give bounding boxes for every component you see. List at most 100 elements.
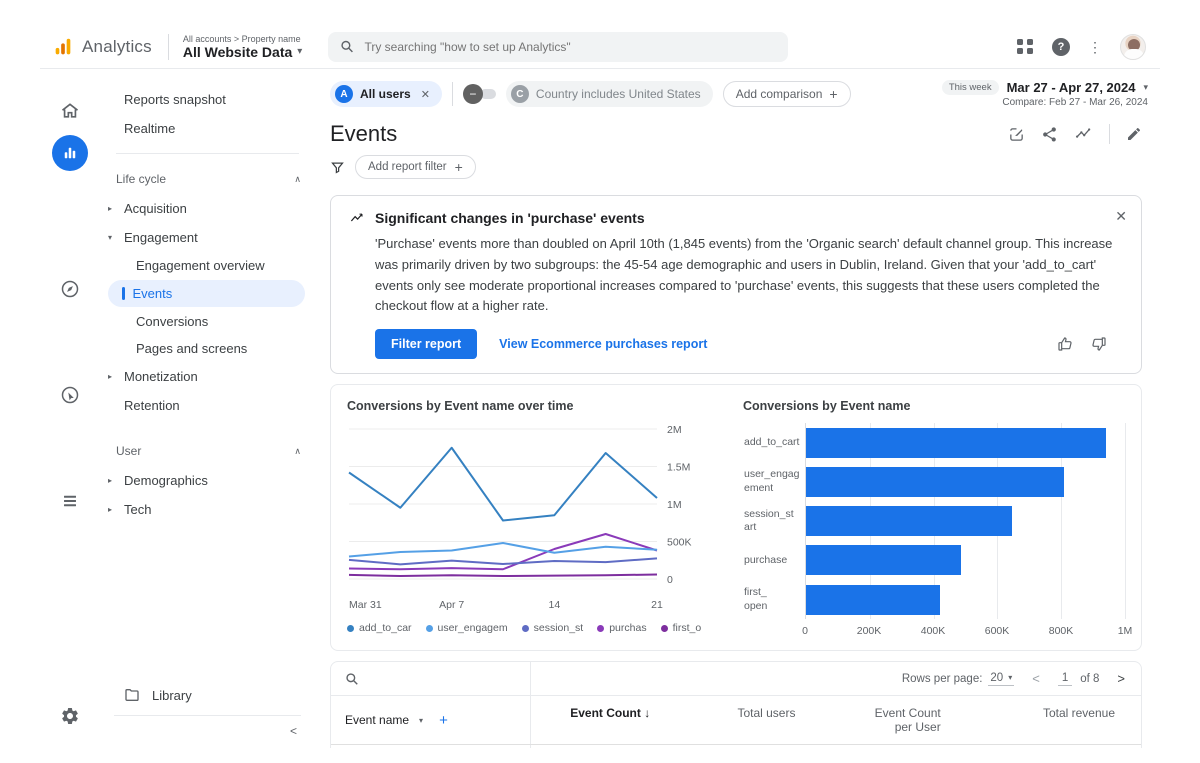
divider — [116, 153, 299, 154]
legend-item-first_o[interactable]: first_o — [661, 622, 702, 634]
add-report-filter-button[interactable]: Add report filter + — [355, 155, 476, 179]
legend-item-purchas[interactable]: purchas — [597, 622, 646, 634]
page-title: Events — [330, 121, 397, 147]
charts-card: Conversions by Event name over time 0500… — [330, 384, 1142, 651]
line-chart-legend: add_to_car user_engagem session_st purchas f… — [347, 622, 719, 634]
prev-page-icon[interactable]: < — [1032, 671, 1040, 686]
search-input[interactable] — [364, 40, 776, 54]
view-ecommerce-report-link[interactable]: View Ecommerce purchases report — [499, 337, 707, 351]
comparison-c-badge: C — [511, 85, 529, 103]
remove-comparison-icon[interactable]: ✕ — [421, 88, 430, 101]
sidebar-item-events[interactable]: Events — [108, 280, 305, 307]
next-page-icon[interactable]: > — [1117, 671, 1125, 686]
date-compare-value: Compare: Feb 27 - Mar 26, 2024 — [942, 97, 1148, 108]
nav-section-user[interactable]: User∧ — [100, 434, 315, 466]
folder-icon — [124, 687, 140, 703]
sidebar-item-engagement-overview[interactable]: Engagement overview — [100, 252, 315, 279]
sidebar-item-monetization[interactable]: ▸Monetization — [100, 362, 315, 391]
configure-icon[interactable] — [52, 483, 88, 519]
svg-text:500K: 500K — [667, 537, 692, 549]
rows-per-page-select[interactable]: 20 ▾ — [988, 672, 1014, 686]
svg-text:2M: 2M — [667, 424, 682, 436]
explore-icon[interactable] — [52, 271, 88, 307]
home-icon[interactable] — [52, 93, 88, 129]
user-avatar[interactable] — [1120, 34, 1146, 60]
sidebar-item-retention[interactable]: Retention — [100, 391, 315, 420]
global-search[interactable] — [328, 32, 788, 62]
column-event-name[interactable]: Event name ▾ + — [331, 696, 531, 744]
apps-grid-icon[interactable] — [1017, 39, 1034, 54]
spacer — [100, 420, 315, 434]
analytics-brand[interactable]: Analytics — [52, 36, 152, 58]
insights-icon[interactable] — [1074, 126, 1093, 143]
table-search[interactable] — [331, 662, 531, 695]
chevron-down-icon[interactable]: ▾ — [419, 716, 423, 725]
filter-funnel-icon[interactable] — [330, 160, 345, 175]
add-comparison-button[interactable]: Add comparison + — [723, 81, 851, 107]
bar-purchase[interactable] — [806, 545, 961, 575]
more-menu-icon[interactable]: ⋮ — [1088, 40, 1102, 54]
search-icon — [340, 39, 354, 54]
property-selector[interactable]: All accounts > Property name All Website… — [183, 34, 302, 60]
breadcrumb: All accounts > Property name — [183, 34, 302, 44]
rows-per-page-label: Rows per page: — [902, 673, 983, 685]
comparison-toggle[interactable]: − — [463, 84, 496, 104]
bar-first_open[interactable] — [806, 585, 940, 615]
thumbs-down-icon[interactable] — [1091, 336, 1107, 352]
column-event-count-per-user[interactable]: Event Count per User — [821, 696, 966, 744]
advertising-icon[interactable] — [52, 377, 88, 413]
customize-report-icon[interactable] — [1008, 126, 1025, 143]
collapse-nav-icon[interactable]: < — [290, 724, 297, 738]
date-range-picker[interactable]: This week Mar 27 - Apr 27, 2024 ▾ Compar… — [942, 80, 1148, 108]
sidebar-item-reports-snapshot[interactable]: Reports snapshot — [100, 85, 315, 114]
sidebar-item-pages-and-screens[interactable]: Pages and screens — [100, 335, 315, 362]
close-icon[interactable]: ✕ — [1115, 208, 1127, 225]
page-number[interactable]: 1 — [1058, 672, 1072, 686]
sidebar-item-conversions[interactable]: Conversions — [100, 308, 315, 335]
admin-gear-icon[interactable] — [52, 698, 88, 734]
comparison-chip-all-users[interactable]: A All users ✕ — [330, 81, 442, 107]
sidebar-item-demographics[interactable]: ▸Demographics — [100, 466, 315, 495]
sort-down-icon: ↓ — [644, 706, 650, 720]
filter-report-button[interactable]: Filter report — [375, 329, 477, 359]
legend-item-add_to_car[interactable]: add_to_car — [347, 622, 412, 634]
insight-title: Significant changes in 'purchase' events — [375, 210, 645, 226]
sidebar-item-acquisition[interactable]: ▸Acquisition — [100, 194, 315, 223]
help-icon[interactable]: ? — [1052, 38, 1070, 56]
column-total-users[interactable]: Total users — [676, 696, 821, 744]
edit-pencil-icon[interactable] — [1126, 126, 1142, 142]
app-name: Analytics — [82, 37, 152, 57]
insight-body: 'Purchase' events more than doubled on A… — [375, 234, 1123, 317]
x-tick: Apr 7 — [439, 599, 464, 611]
legend-item-user_engagem[interactable]: user_engagem — [426, 622, 508, 634]
x-tick: Mar 31 — [349, 599, 382, 611]
sidebar-item-library[interactable]: Library — [100, 679, 315, 715]
legend-dot — [347, 625, 354, 632]
bar-chart[interactable]: add_to_cartuser_engag ementsession_st ar… — [805, 423, 1125, 619]
add-dimension-icon[interactable]: + — [439, 712, 448, 729]
analytics-logo-icon — [52, 36, 74, 58]
sidebar-item-engagement[interactable]: ▾Engagement — [100, 223, 315, 252]
x-tick: 600K — [985, 625, 1010, 637]
share-icon[interactable] — [1041, 126, 1058, 143]
reports-icon[interactable] — [52, 135, 88, 171]
bar-session_start[interactable] — [806, 506, 1012, 536]
sidebar-item-realtime[interactable]: Realtime — [100, 114, 315, 143]
line-chart[interactable]: 0500K1M1.5M2M — [347, 423, 719, 596]
bar-add_to_cart[interactable] — [806, 428, 1106, 458]
divider — [1109, 124, 1110, 144]
comparison-chip-country[interactable]: C Country includes United States — [506, 81, 713, 107]
thumbs-up-icon[interactable] — [1057, 336, 1073, 352]
divider — [168, 34, 169, 60]
analytics-app: Analytics All accounts > Property name A… — [40, 25, 1160, 748]
bar-category-label: first_ open — [744, 580, 800, 619]
column-event-count[interactable]: Event Count ↓ — [531, 696, 676, 744]
chevron-down-icon: ▾ — [1008, 673, 1012, 682]
bar-category-label: session_st art — [744, 502, 800, 541]
legend-item-session_st[interactable]: session_st — [522, 622, 584, 634]
sidebar-item-tech[interactable]: ▸Tech — [100, 495, 315, 524]
bar-user_engagement[interactable] — [806, 467, 1064, 497]
column-total-revenue[interactable]: Total revenue — [967, 696, 1141, 744]
rows-per-page-value: 20 — [990, 672, 1003, 684]
nav-section-life-cycle[interactable]: Life cycle∧ — [100, 162, 315, 194]
